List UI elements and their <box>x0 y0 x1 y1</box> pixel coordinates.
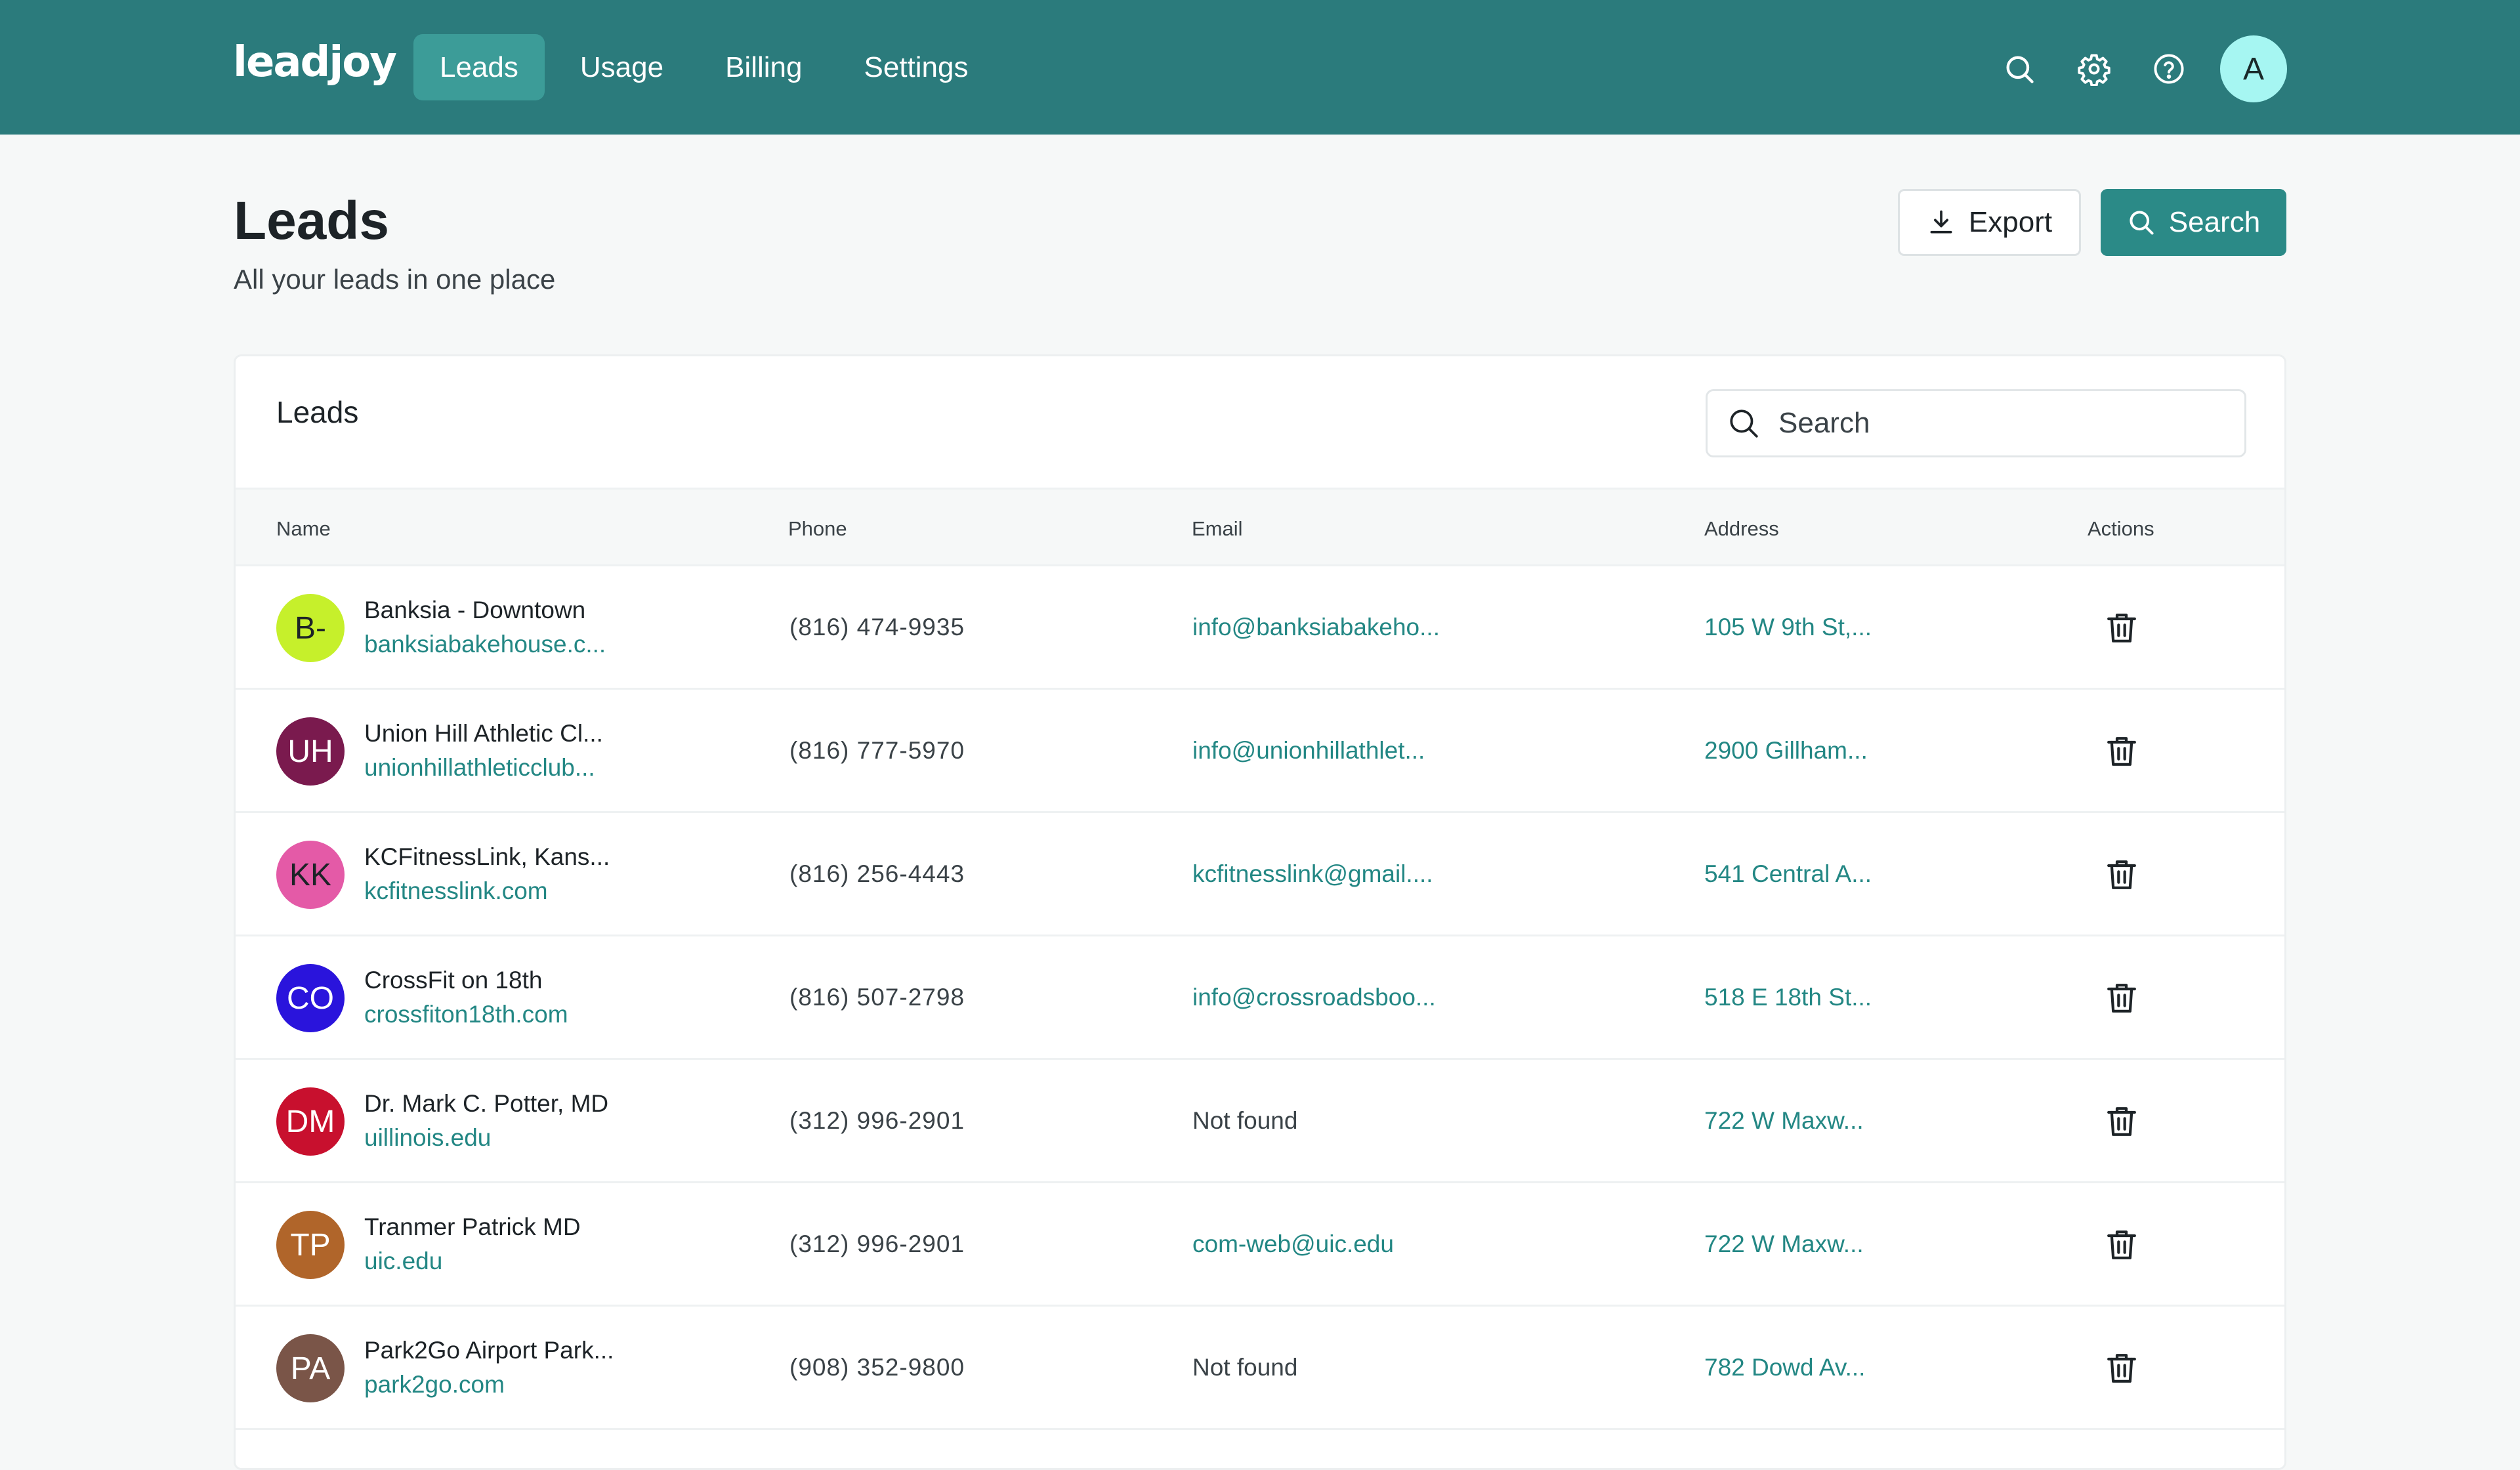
nav-item-usage[interactable]: Usage <box>554 34 690 100</box>
delete-button[interactable] <box>2103 856 2140 893</box>
leads-card: Leads Name Phone Email Address Actions B… <box>234 354 2286 1470</box>
lead-website-link[interactable]: crossfiton18th.com <box>364 1001 568 1028</box>
table-row[interactable]: PA Park2Go Airport Park... park2go.com (… <box>236 1307 2284 1430</box>
gear-icon[interactable] <box>2070 45 2118 93</box>
table-header: Name Phone Email Address Actions <box>236 488 2284 566</box>
lead-avatar: CO <box>276 964 345 1032</box>
table-row[interactable]: KK KCFitnessLink, Kans... kcfitnesslink.… <box>236 813 2284 936</box>
main-nav: Leads Usage Billing Settings <box>413 34 1003 100</box>
lead-email-link[interactable]: com-web@uic.edu <box>1192 1230 1394 1258</box>
trash-icon <box>2107 1354 2136 1383</box>
lead-name: Banksia - Downtown <box>364 597 586 623</box>
delete-button[interactable] <box>2103 733 2140 770</box>
lead-avatar: TP <box>276 1211 345 1279</box>
lead-name: Park2Go Airport Park... <box>364 1337 614 1364</box>
lead-avatar: UH <box>276 717 345 786</box>
column-header-actions: Actions <box>2088 517 2154 540</box>
lead-phone: (816) 256-4443 <box>789 860 965 887</box>
page-subtitle: All your leads in one place <box>234 264 556 295</box>
table-row[interactable]: UH Union Hill Athletic Cl... unionhillat… <box>236 690 2284 813</box>
table-body: B- Banksia - Downtown banksiabakehouse.c… <box>236 566 2284 1430</box>
lead-address-link[interactable]: 105 W 9th St,... <box>1704 614 1872 641</box>
lead-avatar: DM <box>276 1087 345 1156</box>
lead-website-link[interactable]: park2go.com <box>364 1371 505 1398</box>
nav-item-leads[interactable]: Leads <box>413 34 545 100</box>
export-button-label: Export <box>1968 206 2053 238</box>
lead-email-status: Not found <box>1192 1107 1298 1134</box>
search-button-label: Search <box>2168 206 2261 238</box>
lead-phone: (312) 996-2901 <box>789 1230 965 1257</box>
lead-name: CrossFit on 18th <box>364 967 543 994</box>
trash-icon <box>2107 614 2136 642</box>
top-icons: A <box>1996 35 2287 102</box>
lead-avatar: PA <box>276 1334 345 1402</box>
app-logo[interactable]: leadjoy <box>233 38 397 87</box>
lead-address-link[interactable]: 541 Central A... <box>1704 860 1872 888</box>
lead-email-link[interactable]: kcfitnesslink@gmail.... <box>1192 860 1433 888</box>
lead-phone: (312) 996-2901 <box>789 1107 965 1134</box>
lead-website-link[interactable]: kcfitnesslink.com <box>364 877 548 905</box>
lead-phone: (816) 474-9935 <box>789 614 965 640</box>
lead-name: Dr. Mark C. Potter, MD <box>364 1090 609 1117</box>
lead-phone: (816) 507-2798 <box>789 984 965 1011</box>
lead-address-link[interactable]: 722 W Maxw... <box>1704 1107 1864 1135</box>
column-header-address[interactable]: Address <box>1704 517 1779 541</box>
table-row[interactable]: CO CrossFit on 18th crossfiton18th.com (… <box>236 936 2284 1060</box>
help-icon[interactable] <box>2145 45 2193 93</box>
user-avatar[interactable]: A <box>2220 35 2287 102</box>
lead-name: Tranmer Patrick MD <box>364 1213 581 1240</box>
export-button[interactable]: Export <box>1898 189 2081 256</box>
nav-item-billing[interactable]: Billing <box>699 34 828 100</box>
nav-item-settings[interactable]: Settings <box>837 34 994 100</box>
card-title: Leads <box>276 395 359 429</box>
lead-name: Union Hill Athletic Cl... <box>364 720 603 747</box>
lead-phone: (816) 777-5970 <box>789 737 965 764</box>
delete-button[interactable] <box>2103 610 2140 646</box>
delete-button[interactable] <box>2103 1227 2140 1263</box>
table-row[interactable]: DM Dr. Mark C. Potter, MD uillinois.edu … <box>236 1060 2284 1183</box>
lead-email-status: Not found <box>1192 1354 1298 1381</box>
search-input[interactable] <box>1778 407 2238 440</box>
lead-address-link[interactable]: 782 Dowd Av... <box>1704 1354 1865 1381</box>
column-header-name[interactable]: Name <box>276 517 331 541</box>
lead-address-link[interactable]: 722 W Maxw... <box>1704 1230 1864 1258</box>
lead-address-link[interactable]: 2900 Gillham... <box>1704 737 1868 765</box>
lead-email-link[interactable]: info@crossroadsboo... <box>1192 984 1436 1011</box>
search-icon[interactable] <box>1996 45 2043 93</box>
lead-website-link[interactable]: uic.edu <box>364 1248 442 1275</box>
table-row[interactable]: TP Tranmer Patrick MD uic.edu (312) 996-… <box>236 1183 2284 1307</box>
lead-website-link[interactable]: unionhillathleticclub... <box>364 754 595 782</box>
lead-website-link[interactable]: uillinois.edu <box>364 1124 491 1152</box>
lead-email-link[interactable]: info@unionhillathlet... <box>1192 737 1425 765</box>
top-navigation-bar: leadjoy Leads Usage Billing Settings A <box>0 0 2520 135</box>
download-icon <box>1930 210 1952 234</box>
lead-website-link[interactable]: banksiabakehouse.c... <box>364 631 606 658</box>
lead-avatar: B- <box>276 594 345 662</box>
column-header-phone[interactable]: Phone <box>788 517 847 541</box>
table-row[interactable]: B- Banksia - Downtown banksiabakehouse.c… <box>236 566 2284 690</box>
lead-name: KCFitnessLink, Kans... <box>364 843 610 870</box>
trash-icon <box>2107 860 2136 889</box>
delete-button[interactable] <box>2103 1103 2140 1140</box>
lead-avatar: KK <box>276 841 345 909</box>
trash-icon <box>2107 984 2136 1013</box>
delete-button[interactable] <box>2103 980 2140 1017</box>
trash-icon <box>2107 1107 2136 1136</box>
table-search[interactable] <box>1706 389 2246 457</box>
column-header-email[interactable]: Email <box>1192 517 1243 541</box>
search-icon <box>1730 410 1758 438</box>
lead-email-link[interactable]: info@banksiabakeho... <box>1192 614 1440 641</box>
search-icon <box>2130 211 2154 235</box>
search-button[interactable]: Search <box>2101 189 2286 256</box>
lead-phone: (908) 352-9800 <box>789 1354 965 1381</box>
page-title: Leads <box>234 191 389 251</box>
delete-button[interactable] <box>2103 1350 2140 1387</box>
trash-icon <box>2107 1230 2136 1259</box>
trash-icon <box>2107 737 2136 766</box>
lead-address-link[interactable]: 518 E 18th St... <box>1704 984 1872 1011</box>
